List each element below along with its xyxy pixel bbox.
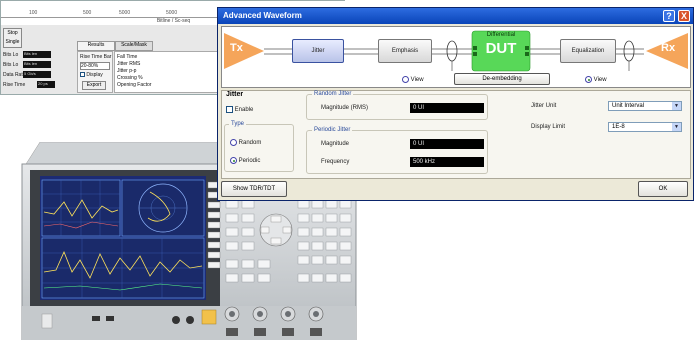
tab-scale-mask[interactable]: Scale/Mask [115, 41, 153, 51]
ruler-tick: 5000 [119, 10, 131, 16]
jitter-unit-select[interactable]: Unit Interval ▼ [608, 101, 682, 111]
chevron-down-icon: ▼ [672, 123, 681, 131]
ruler-tick: 100 [29, 10, 38, 16]
random-jitter-title: Random Jitter [312, 91, 354, 97]
pj-frequency-field[interactable]: 500 kHz [410, 157, 484, 167]
rx-label: Rx [661, 42, 676, 54]
pj-frequency-label: Frequency [321, 159, 350, 165]
stop-single-button[interactable]: Stop Single [3, 28, 22, 48]
close-button[interactable]: X [678, 10, 690, 22]
param-label: Bits Lo [3, 52, 19, 58]
emphasis-block[interactable]: Emphasis [378, 39, 432, 63]
export-button[interactable]: Export [82, 81, 106, 90]
results-list: Fall Time Jitter RMS Jitter p-p Crossing… [114, 51, 218, 93]
rj-magnitude-label: Magnitude (RMS) [321, 105, 369, 111]
jitter-block[interactable]: Jitter [292, 39, 344, 63]
jitter-unit-label: Jitter Unit [531, 103, 557, 109]
param-label: Bits Lo [3, 62, 19, 68]
pj-magnitude-field[interactable]: 0 UI [410, 139, 484, 149]
display-checkbox[interactable]: Display [80, 72, 103, 78]
list-item[interactable]: Crossing % [117, 75, 143, 81]
display-limit-label: Display Limit [531, 124, 566, 130]
ruler-tick: 5000 [166, 10, 178, 16]
type-group-title: Type [229, 121, 247, 127]
dut-label[interactable]: DUT [472, 40, 530, 57]
pj-magnitude-label: Magnitude [321, 141, 350, 147]
param-field[interactable]: 5 Gb/s [23, 71, 51, 78]
ok-button[interactable]: OK [638, 181, 688, 197]
signal-flow-diagram: Tx Rx Jitter Emphasis Differential DUT E… [221, 26, 691, 88]
results-head: Rise Time Bar [80, 54, 112, 60]
list-item[interactable]: Jitter p-p [117, 68, 136, 74]
chevron-down-icon: ▼ [672, 102, 681, 110]
de-embedding-button[interactable]: De-embedding [454, 73, 550, 85]
display-limit-select[interactable]: 1E-8 ▼ [608, 122, 682, 132]
dialog-title: Advanced Waveform [218, 8, 693, 24]
show-tdr-tdt-button[interactable]: Show TDR/TDT [221, 181, 287, 197]
enable-checkbox[interactable]: Enable [226, 106, 253, 113]
tx-label: Tx [230, 42, 243, 54]
tab-results[interactable]: Results [77, 41, 115, 51]
dut-top-label: Differential [486, 32, 516, 38]
view-radio-equalization[interactable]: View [585, 76, 607, 83]
help-button[interactable]: ? [663, 10, 675, 22]
list-item[interactable]: Jitter RMS [117, 61, 140, 67]
list-item[interactable]: Fall Time [117, 54, 137, 60]
view-radio-deembed[interactable]: View [402, 76, 424, 83]
param-field[interactable]: Bits len [23, 51, 51, 58]
results-panel: Rise Time Bar 20-80% Display Export [77, 51, 113, 93]
results-select[interactable]: 20-80% [80, 62, 110, 70]
type-periodic-radio[interactable]: Periodic [230, 157, 260, 164]
param-field[interactable]: 20 ps [37, 81, 55, 88]
ruler-tick: 500 [83, 10, 92, 16]
periodic-jitter-group [306, 130, 488, 174]
advanced-waveform-dialog: Advanced Waveform ? X Tx Rx Jitter Empha… [217, 7, 694, 201]
jitter-section-title: Jitter [226, 91, 244, 98]
param-field[interactable]: Bits len [23, 61, 51, 68]
periodic-jitter-title: Periodic Jitter [312, 127, 353, 133]
list-item[interactable]: Opening Factor [117, 82, 151, 88]
type-random-radio[interactable]: Random [230, 139, 261, 146]
rj-magnitude-field[interactable]: 0 UI [410, 103, 484, 113]
equalization-block[interactable]: Equalization [560, 39, 616, 63]
type-group [224, 124, 294, 172]
param-label: Rise Time [3, 82, 26, 88]
